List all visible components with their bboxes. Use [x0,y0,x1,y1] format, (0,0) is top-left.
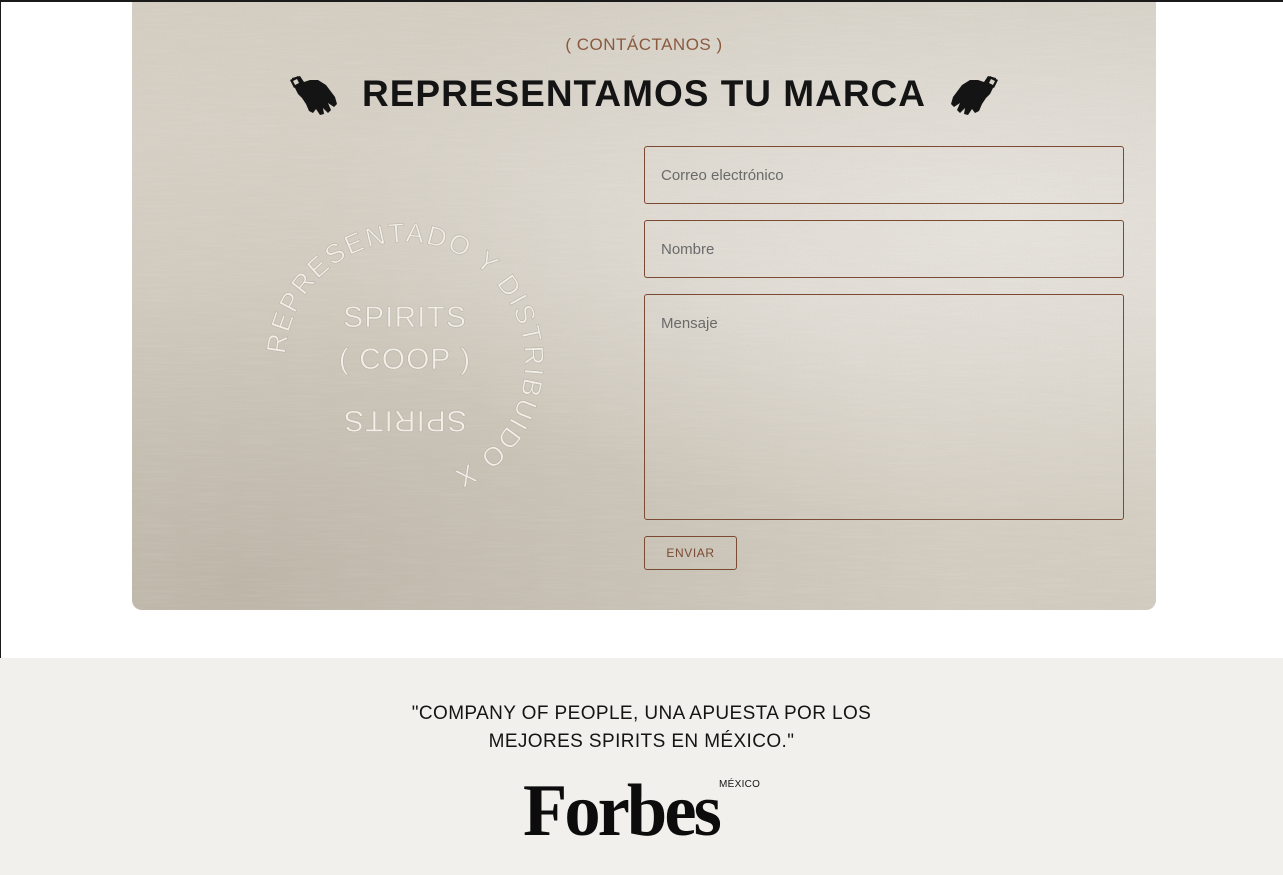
message-textarea[interactable] [644,294,1124,520]
open-hand-left-icon [290,76,337,115]
forbes-wordmark: Forbes [523,770,722,852]
press-quote-line-2: MEJORES SPIRITS EN MÉXICO." [488,731,795,752]
stamp-inner-bottom: SPIRITS [343,404,467,437]
press-quote-line-1: "COMPANY OF PEOPLE, UNA APUESTA POR LOS [411,703,872,724]
send-button[interactable]: ENVIAR [644,536,737,570]
open-hand-right-icon [951,76,998,115]
section-eyebrow: ( CONTÁCTANOS ) [565,35,723,54]
contact-section: ( CONTÁCTANOS ) REPRESENTAMOS TU MARCA R… [132,2,1156,610]
email-input[interactable] [644,146,1124,204]
left-border [0,0,1,658]
stamp-inner-middle: ( COOP ) [339,343,471,376]
press-quote: "COMPANY OF PEOPLE, UNA APUESTA POR LOS … [0,700,1283,756]
forbes-country-label: MÉXICO [719,779,761,790]
name-input[interactable] [644,220,1124,278]
press-section: "COMPANY OF PEOPLE, UNA APUESTA POR LOS … [0,658,1283,875]
forbes-mexico-logo: Forbes MÉXICO [521,774,771,848]
coop-spirits-stamp: REPRESENTADO Y DISTRIBUIDO X SPIRITS ( C… [261,217,548,494]
stamp-inner-top: SPIRITS [343,301,467,334]
section-title: REPRESENTAMOS TU MARCA [362,73,926,114]
contact-form: ENVIAR [644,146,1124,570]
title-row: REPRESENTAMOS TU MARCA [132,68,1156,120]
